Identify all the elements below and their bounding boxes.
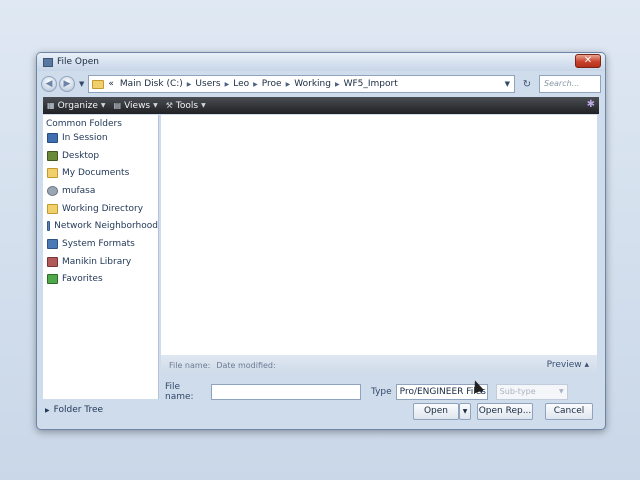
chevron-right-icon[interactable]: ▶: [225, 81, 230, 88]
sidebar-item-label: Network Neighborhood: [54, 221, 158, 232]
chevron-right-icon[interactable]: ▶: [187, 81, 192, 88]
sidebar-item-label: My Documents: [62, 168, 130, 179]
sidebar-item-label: In Session: [62, 132, 108, 143]
documents-icon: [47, 168, 58, 179]
user-icon: [47, 185, 58, 196]
forward-button[interactable]: ▶: [59, 76, 75, 92]
sidebar-item-desktop[interactable]: Desktop: [43, 147, 158, 165]
chevron-right-icon[interactable]: ▶: [286, 81, 291, 88]
sidebar-item-in-session[interactable]: In Session: [43, 129, 158, 147]
network-icon: [47, 221, 51, 232]
views-label: Views: [124, 100, 151, 111]
views-menu[interactable]: ▤ Views ▼: [114, 101, 158, 111]
open-dropdown-button[interactable]: ▼: [459, 403, 471, 420]
crumb-main-disk[interactable]: Main Disk (C:): [120, 79, 183, 89]
sidebar-item-label: mufasa: [62, 185, 96, 196]
path-breadcrumb[interactable]: « Main Disk (C:) ▶ Users ▶ Leo ▶ Proe ▶ …: [88, 75, 515, 93]
sidebar-item-favorites[interactable]: Favorites: [43, 271, 158, 289]
chevron-down-icon: ▼: [100, 102, 106, 109]
sidebar-item-label: Desktop: [62, 150, 100, 161]
folder-tree-toggle[interactable]: ▶ Folder Tree: [45, 405, 103, 415]
sidebar-item-label: Manikin Library: [62, 256, 132, 267]
file-name-label: File name:: [165, 382, 194, 402]
sidebar-item-label: System Formats: [62, 238, 135, 249]
folder-icon: [47, 203, 58, 214]
chevron-down-icon: ▼: [153, 102, 158, 109]
file-open-dialog: File Open ✕ ◀ ▶ ▼ « Main Disk (C:) ▶ Use…: [36, 52, 606, 430]
common-folders-header: Common Folders: [46, 119, 122, 129]
expand-triangle-icon: ▶: [45, 406, 50, 414]
crumb-overflow[interactable]: «: [108, 79, 114, 89]
file-name-input[interactable]: [211, 384, 361, 400]
tools-label: Tools: [175, 100, 199, 111]
help-icon[interactable]: ✱: [587, 99, 595, 110]
favorites-icon: [47, 274, 58, 285]
chevron-down-icon: ▼: [201, 102, 206, 109]
history-dropdown-icon[interactable]: ▼: [79, 80, 84, 88]
type-label: Type: [371, 387, 392, 397]
organize-label: Organize: [57, 100, 98, 111]
chevron-right-icon[interactable]: ▶: [335, 81, 340, 88]
organize-icon: ▦: [47, 101, 55, 110]
title-bar: File Open ✕: [37, 53, 605, 71]
crumb-wf5-import[interactable]: WF5_Import: [344, 79, 398, 89]
sidebar-item-network-neighborhood[interactable]: Network Neighborhood: [43, 217, 158, 235]
back-arrow-icon: ◀: [45, 79, 53, 89]
crumb-leo[interactable]: Leo: [233, 79, 249, 89]
tools-icon: ⚒: [165, 101, 173, 110]
column-header-name[interactable]: File name:: [169, 361, 210, 370]
command-toolbar: ▦ Organize ▼ ▤ Views ▼ ⚒ Tools ▼ ✱: [43, 97, 599, 114]
manikin-icon: [47, 256, 58, 267]
sidebar-item-manikin-library[interactable]: Manikin Library: [43, 253, 158, 271]
column-header-date-modified[interactable]: Date modified:: [216, 361, 275, 370]
crumb-proe[interactable]: Proe: [262, 79, 282, 89]
close-button[interactable]: ✕: [575, 54, 601, 68]
folder-tree-label: Folder Tree: [53, 405, 104, 415]
organize-menu[interactable]: ▦ Organize ▼: [47, 101, 106, 111]
sidebar-item-mufasa[interactable]: mufasa: [43, 182, 158, 200]
cancel-button[interactable]: Cancel: [545, 403, 593, 420]
file-name-row: File name: Type Pro/ENGINEER Files ▼ Sub…: [161, 382, 597, 402]
sidebar-item-working-directory[interactable]: Working Directory: [43, 200, 158, 218]
chevron-down-icon: ▼: [462, 408, 468, 415]
sidebar-item-system-formats[interactable]: System Formats: [43, 235, 158, 253]
subtype-placeholder: Sub-type: [499, 387, 536, 396]
session-icon: [47, 132, 58, 143]
file-list-header: File name: Date modified: Preview ▴: [161, 355, 597, 375]
chevron-right-icon[interactable]: ▶: [253, 81, 258, 88]
open-rep-button[interactable]: Open Rep...: [477, 403, 533, 420]
tools-menu[interactable]: ⚒ Tools ▼: [166, 101, 206, 111]
preview-toggle[interactable]: Preview ▴: [547, 360, 589, 370]
desktop-icon: [47, 150, 58, 161]
window-icon: [43, 57, 53, 67]
forward-arrow-icon: ▶: [63, 79, 71, 89]
subtype-select[interactable]: Sub-type ▼: [495, 384, 568, 400]
folder-icon: [92, 79, 105, 89]
file-list-pane[interactable]: [161, 115, 597, 355]
search-input[interactable]: Search...: [539, 75, 601, 93]
views-icon: ▤: [113, 101, 122, 110]
sidebar-item-label: Working Directory: [62, 203, 144, 214]
system-icon: [47, 238, 58, 249]
refresh-icon[interactable]: ↻: [518, 79, 536, 90]
window-title: File Open: [57, 57, 99, 67]
sidebar-item-my-documents[interactable]: My Documents: [43, 164, 158, 182]
path-dropdown-icon[interactable]: ▼: [505, 80, 510, 88]
crumb-working[interactable]: Working: [294, 79, 331, 89]
chevron-down-icon: ▼: [559, 388, 564, 395]
open-button[interactable]: Open: [413, 403, 459, 420]
common-folders-panel: Common Folders In Session Desktop My Doc…: [43, 115, 159, 399]
back-button[interactable]: ◀: [41, 76, 57, 92]
address-bar: ◀ ▶ ▼ « Main Disk (C:) ▶ Users ▶ Leo ▶ P…: [41, 73, 601, 95]
sidebar-item-label: Favorites: [62, 274, 103, 285]
crumb-users[interactable]: Users: [195, 79, 220, 89]
